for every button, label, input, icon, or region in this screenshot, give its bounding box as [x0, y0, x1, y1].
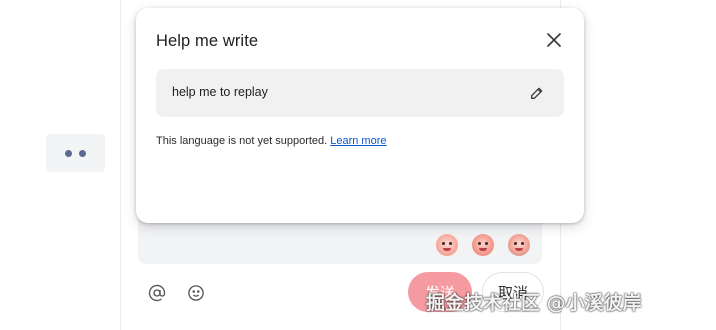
unsupported-language-notice: This language is not yet supported. Learn…	[156, 135, 387, 147]
composer-toolbar	[146, 282, 207, 304]
notice-text: This language is not yet supported.	[156, 135, 328, 147]
emoji-icon[interactable]	[185, 282, 207, 304]
close-button[interactable]	[542, 28, 566, 52]
typing-dot	[65, 149, 72, 157]
typing-indicator	[46, 134, 105, 172]
edit-button[interactable]	[526, 82, 548, 104]
prompt-input[interactable]: help me to replay	[156, 69, 564, 117]
prompt-text: help me to replay	[172, 85, 268, 99]
cancel-button[interactable]: 取消	[482, 272, 544, 312]
crying-emoji-icon[interactable]	[472, 234, 494, 256]
learn-more-link[interactable]: Learn more	[330, 135, 386, 147]
send-button[interactable]: 发送	[408, 272, 472, 312]
close-icon	[547, 33, 561, 47]
dialog-title: Help me write	[156, 32, 259, 50]
left-column-divider	[120, 0, 121, 330]
emoji-suggestions	[436, 234, 530, 256]
blush-emoji-icon[interactable]	[436, 234, 458, 256]
sunglasses-emoji-icon[interactable]	[508, 234, 530, 256]
pencil-icon	[531, 87, 543, 99]
at-icon[interactable]	[146, 282, 168, 304]
help-me-write-dialog: Help me write help me to replay This lan…	[136, 8, 584, 223]
typing-dot	[79, 149, 86, 157]
